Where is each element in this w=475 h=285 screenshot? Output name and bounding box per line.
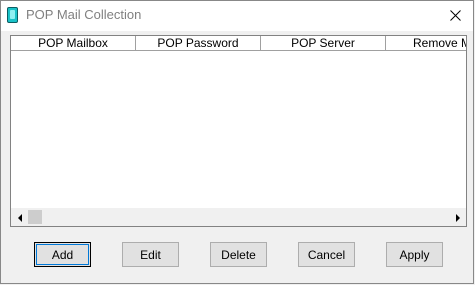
close-icon <box>449 9 461 21</box>
window-title: POP Mail Collection <box>26 7 142 22</box>
scrollbar-thumb[interactable] <box>28 210 42 224</box>
scroll-right-arrow-icon[interactable] <box>449 209 466 226</box>
delete-button[interactable]: Delete <box>210 242 267 267</box>
list-header: POP Mailbox POP Password POP Server Remo… <box>11 36 466 51</box>
scroll-left-arrow-icon[interactable] <box>11 209 28 226</box>
edit-button[interactable]: Edit <box>122 242 179 267</box>
column-header-remove-mail[interactable]: Remove Mail <box>386 36 466 50</box>
dialog-window: POP Mail Collection POP Mailbox POP Pass… <box>0 0 474 284</box>
title-bar[interactable]: POP Mail Collection <box>1 1 473 31</box>
column-header-pop-server[interactable]: POP Server <box>261 36 386 50</box>
cancel-button[interactable]: Cancel <box>298 242 355 267</box>
column-header-pop-mailbox[interactable]: POP Mailbox <box>11 36 136 50</box>
apply-button[interactable]: Apply <box>386 242 443 267</box>
app-icon <box>7 7 18 23</box>
close-button[interactable] <box>445 5 465 25</box>
add-button[interactable]: Add <box>34 242 91 267</box>
pop-mailbox-list[interactable]: POP Mailbox POP Password POP Server Remo… <box>10 35 467 227</box>
horizontal-scrollbar[interactable] <box>11 208 466 226</box>
column-header-pop-password[interactable]: POP Password <box>136 36 261 50</box>
